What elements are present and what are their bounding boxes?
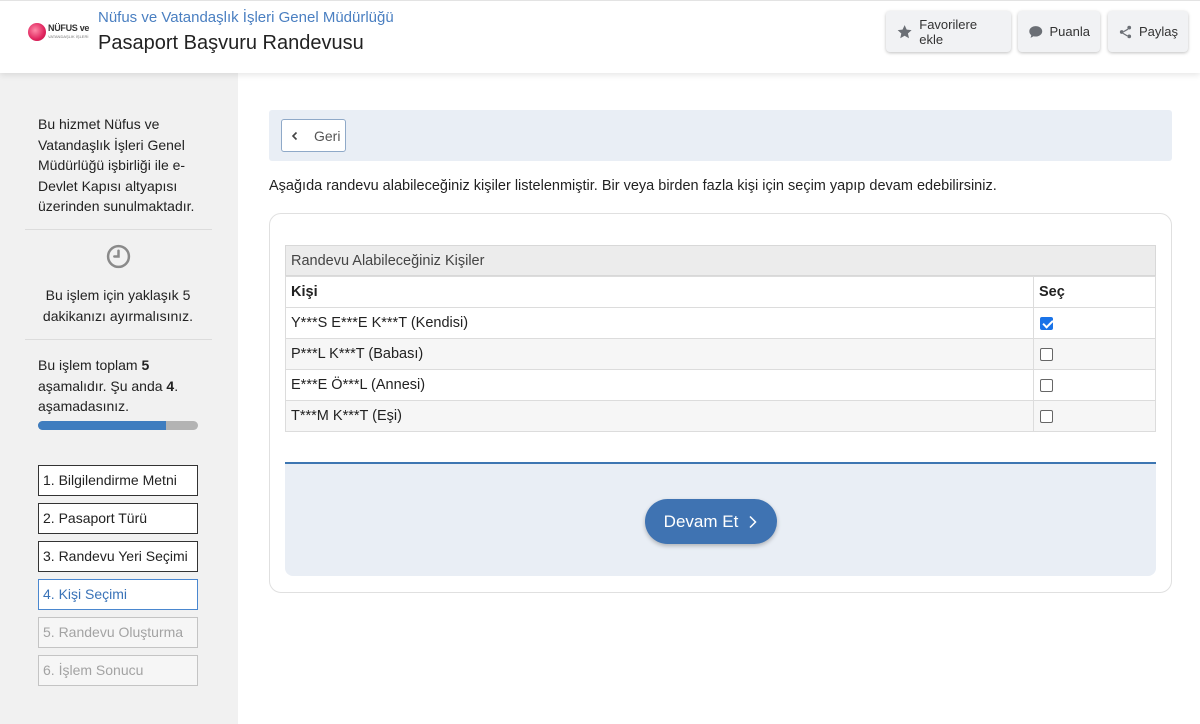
progress-total: 5 — [141, 357, 150, 373]
back-label: Geri — [314, 127, 341, 144]
header: NÜFUS ve VATANDAŞLIK İŞLERİ Nüfus ve Vat… — [0, 0, 1200, 73]
person-name: T***M K***T (Eşi) — [285, 400, 1034, 432]
select-cell — [1033, 369, 1156, 401]
nvi-logo[interactable]: NÜFUS ve VATANDAŞLIK İŞLERİ — [28, 22, 90, 44]
column-header-person: Kişi — [285, 276, 1034, 308]
service-info-text: Bu hizmet Nüfus ve Vatandaşlık İşleri Ge… — [38, 116, 195, 214]
table-caption: Randevu Alabileceğiniz Kişiler — [285, 245, 1156, 276]
navigation-bar: Geri — [269, 110, 1172, 161]
person-name: Y***S E***E K***T (Kendisi) — [285, 307, 1034, 339]
share-button[interactable]: Paylaş — [1108, 11, 1188, 52]
share-label: Paylaş — [1138, 24, 1178, 39]
step-item-1[interactable]: 1. Bilgilendirme Metni — [38, 465, 198, 496]
progress-text-mid: aşamalıdır. Şu anda — [38, 377, 167, 394]
column-header-select: Seç — [1033, 276, 1156, 308]
step-item-6: 6. İşlem Sonucu — [38, 655, 198, 686]
table-row: T***M K***T (Eşi) — [285, 400, 1156, 432]
progress-bar-fill — [38, 421, 166, 430]
speech-bubble-icon — [1029, 25, 1043, 38]
table-row: E***E Ö***L (Annesi) — [285, 369, 1156, 401]
sidebar-divider — [25, 339, 212, 340]
org-name-link[interactable]: Nüfus ve Vatandaşlık İşleri Genel Müdürl… — [98, 9, 394, 26]
step-item-5: 5. Randevu Oluşturma — [38, 617, 198, 648]
time-estimate-text: Bu işlem için yaklaşık 5 dakikanızı ayır… — [42, 287, 194, 324]
step-item-2[interactable]: 2. Pasaport Türü — [38, 503, 198, 534]
rate-button[interactable]: Puanla — [1018, 11, 1100, 52]
chevron-left-icon — [291, 131, 298, 140]
sidebar: Bu hizmet Nüfus ve Vatandaşlık İşleri Ge… — [0, 73, 238, 724]
person-name: P***L K***T (Babası) — [285, 338, 1034, 370]
table-row: Y***S E***E K***T (Kendisi) — [285, 307, 1156, 339]
person-select-checkbox[interactable] — [1040, 409, 1053, 423]
share-icon — [1119, 25, 1132, 38]
continue-button[interactable]: Devam Et — [645, 499, 777, 544]
select-cell — [1033, 400, 1156, 432]
sidebar-divider — [25, 229, 212, 230]
table-row: P***L K***T (Babası) — [285, 338, 1156, 370]
chevron-right-icon — [749, 515, 757, 528]
star-icon — [897, 24, 912, 38]
progress-text: Bu işlem toplam 5 aşamalıdır. Şu anda 4.… — [38, 355, 203, 417]
step-item-3[interactable]: 3. Randevu Yeri Seçimi — [38, 541, 198, 572]
person-select-checkbox[interactable] — [1040, 347, 1053, 361]
intro-text: Aşağıda randevu alabileceğiniz kişiler l… — [269, 178, 997, 194]
page-title: Pasaport Başvuru Randevusu — [98, 32, 364, 54]
continue-label: Devam Et — [663, 511, 739, 531]
back-button[interactable]: Geri — [281, 119, 346, 152]
favorite-button[interactable]: Favorilere ekle — [886, 11, 1011, 52]
logo-mark-icon — [28, 23, 46, 41]
action-area: Devam Et — [285, 462, 1156, 576]
progress-text-pre: Bu işlem toplam — [38, 357, 142, 373]
clock-icon — [106, 244, 131, 269]
rate-label: Puanla — [1049, 24, 1090, 39]
favorite-label: Favorilere ekle — [919, 16, 978, 47]
table-header-row: Kişi Seç — [285, 276, 1156, 308]
person-name: E***E Ö***L (Annesi) — [285, 369, 1034, 401]
progress-bar — [38, 421, 198, 430]
persons-table: Kişi Seç Y***S E***E K***T (Kendisi) P***… — [285, 276, 1156, 432]
logo-text-main: NÜFUS ve — [48, 23, 90, 33]
person-select-checkbox[interactable] — [1040, 378, 1053, 392]
select-cell — [1033, 338, 1156, 370]
logo-text-sub: VATANDAŞLIK İŞLERİ — [48, 34, 89, 39]
select-cell — [1033, 307, 1156, 339]
step-item-4[interactable]: 4. Kişi Seçimi — [38, 579, 198, 610]
person-select-checkbox[interactable] — [1040, 316, 1053, 330]
